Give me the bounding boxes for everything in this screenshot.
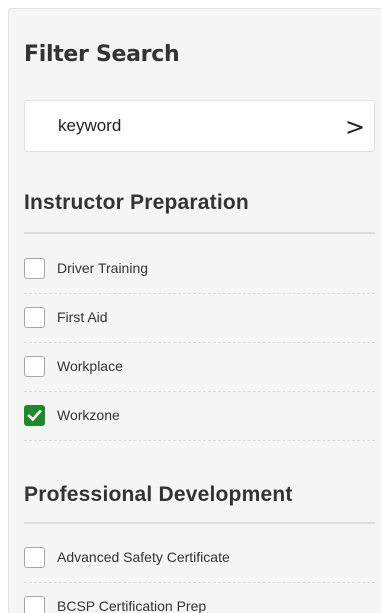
option-label: First Aid — [57, 309, 108, 325]
option-advanced-safety-certificate[interactable]: Advanced Safety Certificate — [24, 535, 375, 583]
option-workzone[interactable]: Workzone — [24, 393, 375, 441]
search-box: > — [24, 100, 375, 152]
option-driver-training[interactable]: Driver Training — [24, 246, 375, 294]
option-workplace[interactable]: Workplace — [24, 344, 375, 392]
section-divider — [24, 232, 375, 234]
option-label: BCSP Certification Prep — [57, 598, 207, 613]
checkmark-icon — [27, 409, 42, 422]
checkbox-first-aid[interactable] — [24, 307, 45, 328]
search-input[interactable] — [25, 101, 325, 151]
checkbox-workplace[interactable] — [24, 356, 45, 377]
option-first-aid[interactable]: First Aid — [24, 295, 375, 343]
checkbox-workzone[interactable] — [24, 405, 45, 426]
option-bcsp-certification-prep[interactable]: BCSP Certification Prep — [24, 584, 375, 613]
checkbox-advanced-safety-certificate[interactable] — [24, 547, 45, 568]
section-divider — [24, 522, 375, 524]
option-label: Driver Training — [57, 260, 149, 276]
option-label: Workplace — [57, 358, 123, 374]
search-submit-button[interactable]: > — [340, 107, 370, 147]
option-label: Workzone — [57, 407, 120, 423]
option-label: Advanced Safety Certificate — [57, 549, 230, 565]
section-title-professional-development: Professional Development — [24, 483, 293, 506]
checkbox-bcsp-certification-prep[interactable] — [24, 596, 45, 613]
filter-panel: Filter Search > Instructor Preparation D… — [8, 8, 381, 613]
section-title-instructor-preparation: Instructor Preparation — [24, 191, 249, 214]
checkbox-driver-training[interactable] — [24, 258, 45, 279]
filter-title: Filter Search — [24, 42, 180, 67]
